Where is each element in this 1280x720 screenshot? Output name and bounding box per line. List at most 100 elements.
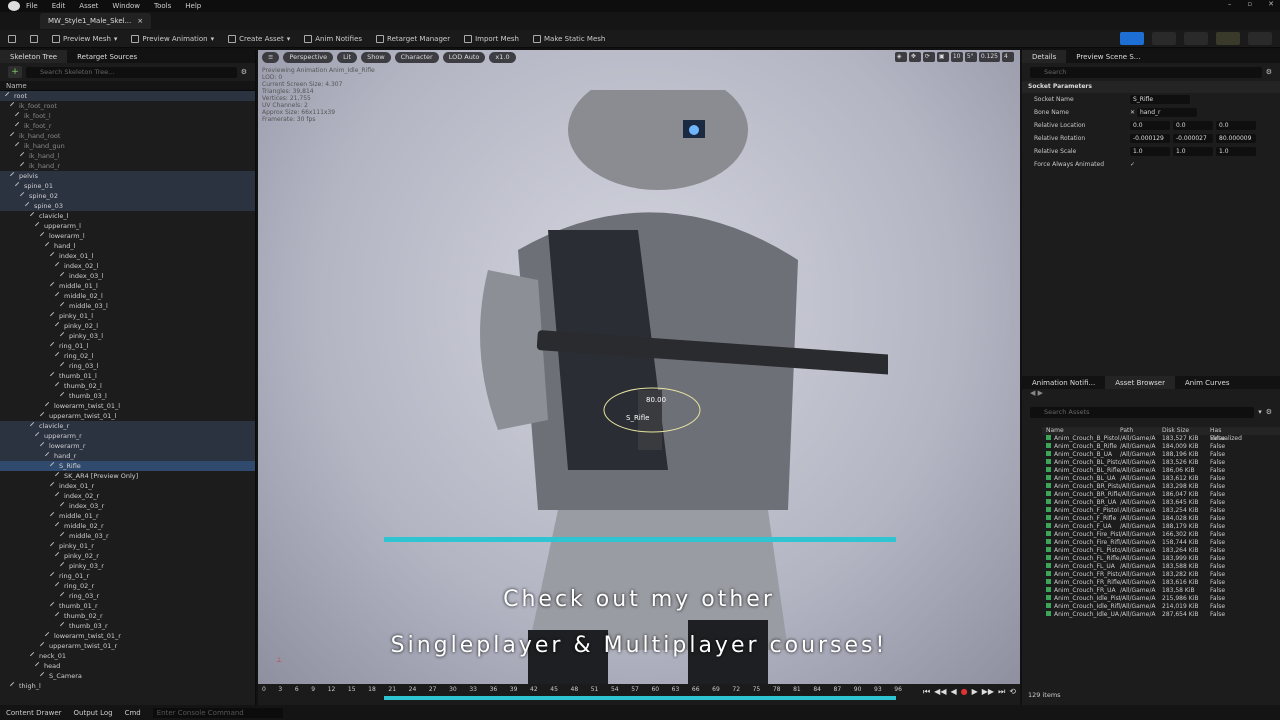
asset-row[interactable]: Anim_Crouch_B_Pistol/All/Game/A 183,527 K… [1042,435,1280,443]
retarget-manager-button[interactable]: Retarget Manager [376,34,450,43]
bone-row[interactable]: thumb_02_l [0,381,255,391]
bone-row[interactable]: lowerarm_l [0,231,255,241]
bone-row[interactable]: middle_03_l [0,301,255,311]
asset-row[interactable]: Anim_Crouch_B_Rifle/All/Game/A 184,009 Ki… [1042,443,1280,451]
bone-row[interactable]: head [0,661,255,671]
rotate-icon[interactable]: ⟳ [922,52,935,62]
settings-gear-icon[interactable]: ⚙ [241,68,247,76]
bone-row[interactable]: upperarm_r [0,431,255,441]
bone-row[interactable]: index_01_r [0,481,255,491]
lit-button[interactable]: Lit [337,51,358,63]
bone-row[interactable]: middle_01_r [0,511,255,521]
location-y-field[interactable]: 0.0 [1173,121,1213,130]
bone-row[interactable]: ik_hand_r [0,161,255,171]
back-arrow-icon[interactable]: ◀ [1030,389,1035,397]
bone-row[interactable]: index_02_r [0,491,255,501]
viewport[interactable]: ≡ Perspective Lit Show Character LOD Aut… [258,50,1020,684]
content-drawer-button[interactable]: Content Drawer [6,709,62,717]
save-icon[interactable] [8,34,16,43]
asset-settings-icon[interactable]: ⚙ [1266,408,1272,416]
tab-preview-scene-settings[interactable]: Preview Scene S... [1066,50,1150,63]
scale-z-field[interactable]: 1.0 [1216,147,1256,156]
scale-icon[interactable]: ▣ [936,52,949,62]
bone-row[interactable]: index_03_l [0,271,255,281]
bone-row[interactable]: ring_03_r [0,591,255,601]
bone-row[interactable]: index_02_l [0,261,255,271]
bone-row[interactable]: SK_AR4 [Preview Only] [0,471,255,481]
tab-asset-browser[interactable]: Asset Browser [1105,376,1175,389]
close-icon[interactable]: ✕ [1268,0,1274,8]
bone-row[interactable]: ik_foot_r [0,121,255,131]
bone-row[interactable]: spine_01 [0,181,255,191]
asset-row[interactable]: Anim_Crouch_FR_Pistol/All/Game/A 183,282 … [1042,571,1280,579]
tab-retarget-sources[interactable]: Retarget Sources [67,50,147,63]
menu-file[interactable]: File [26,2,38,10]
asset-row[interactable]: Anim_Crouch_FR_UA/All/Game/A 183,58 KiB Fa… [1042,587,1280,595]
step-back-icon[interactable]: ◀◀ [934,687,946,697]
bone-row[interactable]: spine_03 [0,201,255,211]
header-path[interactable]: Path [1120,427,1162,435]
socket-parameters-section[interactable]: Socket Parameters [1022,81,1280,93]
create-asset-button[interactable]: Create Asset ▾ [228,34,290,43]
header-name[interactable]: Name [1042,427,1120,435]
details-search-input[interactable]: Search [1030,66,1262,78]
bone-row[interactable]: ring_01_r [0,571,255,581]
bone-row[interactable]: thumb_01_r [0,601,255,611]
make-static-mesh-button[interactable]: Make Static Mesh [533,34,605,43]
bone-row[interactable]: middle_02_l [0,291,255,301]
unreal-logo-icon[interactable] [8,1,20,11]
tab-close-icon[interactable]: × [137,17,143,25]
asset-row[interactable]: Anim_Crouch_BR_UA/All/Game/A 183,645 KiB F… [1042,499,1280,507]
name-column-header[interactable]: Name [0,81,255,91]
asset-row[interactable]: Anim_Crouch_BL_UA/All/Game/A 183,612 KiB F… [1042,475,1280,483]
bone-row[interactable]: spine_02 [0,191,255,201]
bone-row[interactable]: ring_01_l [0,341,255,351]
bone-row[interactable]: lowerarm_twist_01_l [0,401,255,411]
asset-row[interactable]: Anim_Crouch_FR_Rifle/All/Game/A 183,616 K… [1042,579,1280,587]
browse-icon[interactable] [30,34,38,43]
console-input[interactable]: Enter Console Command [152,707,283,718]
menu-edit[interactable]: Edit [52,2,66,10]
play-icon[interactable]: ▶ [972,687,978,697]
tab-animation-notifies[interactable]: Animation Notifi... [1022,376,1105,389]
bone-row[interactable]: upperarm_l [0,221,255,231]
bone-row[interactable]: thumb_03_l [0,391,255,401]
translate-icon[interactable]: ✥ [908,52,921,62]
bone-row[interactable]: ring_02_l [0,351,255,361]
physics-mode-button[interactable] [1248,32,1272,45]
bone-row[interactable]: S_Camera [0,671,255,681]
bone-row[interactable]: upperarm_twist_01_r [0,641,255,651]
bone-row[interactable]: ik_foot_l [0,111,255,121]
to-start-icon[interactable]: ⏮ [923,687,930,697]
asset-row[interactable]: Anim_Crouch_F_Rifle/All/Game/A 184,028 Ki… [1042,515,1280,523]
forward-arrow-icon[interactable]: ▶ [1038,389,1043,397]
bone-row[interactable]: thumb_01_l [0,371,255,381]
bone-row[interactable]: upperarm_twist_01_l [0,411,255,421]
bone-name-field[interactable]: hand_r [1136,108,1197,117]
tab-anim-curves[interactable]: Anim Curves [1175,376,1240,389]
bone-row[interactable]: neck_01 [0,651,255,661]
asset-row[interactable]: Anim_Crouch_B_UA/All/Game/A 188,196 KiB Fa… [1042,451,1280,459]
asset-row[interactable]: Anim_Crouch_Fire_Rifle/All/Game/A 158,744… [1042,539,1280,547]
blueprint-mode-button[interactable] [1216,32,1240,45]
asset-row[interactable]: Anim_Crouch_BL_Rifle/All/Game/A 186,06 Ki… [1042,467,1280,475]
socket-name-field[interactable]: S_Rifle [1130,95,1190,104]
step-forward-icon[interactable]: ▶▶ [982,687,994,697]
perspective-button[interactable]: Perspective [283,51,334,63]
bone-row[interactable]: lowerarm_r [0,441,255,451]
tab-details[interactable]: Details [1022,50,1067,63]
anim-notifies-button[interactable]: Anim Notifies [304,34,362,43]
camera-speed-value[interactable]: 4 [1002,52,1014,62]
bone-row[interactable]: pinky_03_r [0,561,255,571]
to-end-icon[interactable]: ⏭ [998,687,1005,697]
tab-skeleton-tree[interactable]: Skeleton Tree [0,50,68,63]
loop-icon[interactable]: ⟲ [1009,687,1016,697]
header-has-virtualized[interactable]: Has Virtualized [1210,427,1250,442]
location-x-field[interactable]: 0.0 [1130,121,1170,130]
minimize-icon[interactable]: – [1228,0,1232,8]
asset-row[interactable]: Anim_Crouch_Idle_Rifle/All/Game/A 214,019… [1042,603,1280,611]
asset-row[interactable]: Anim_Crouch_FL_Rifle/All/Game/A 183,999 K… [1042,555,1280,563]
asset-row[interactable]: Anim_Crouch_BL_Pistol/All/Game/A 183,526 … [1042,459,1280,467]
bone-row[interactable]: clavicle_r [0,421,255,431]
view-options-icon[interactable]: ⚙ [1266,68,1272,76]
